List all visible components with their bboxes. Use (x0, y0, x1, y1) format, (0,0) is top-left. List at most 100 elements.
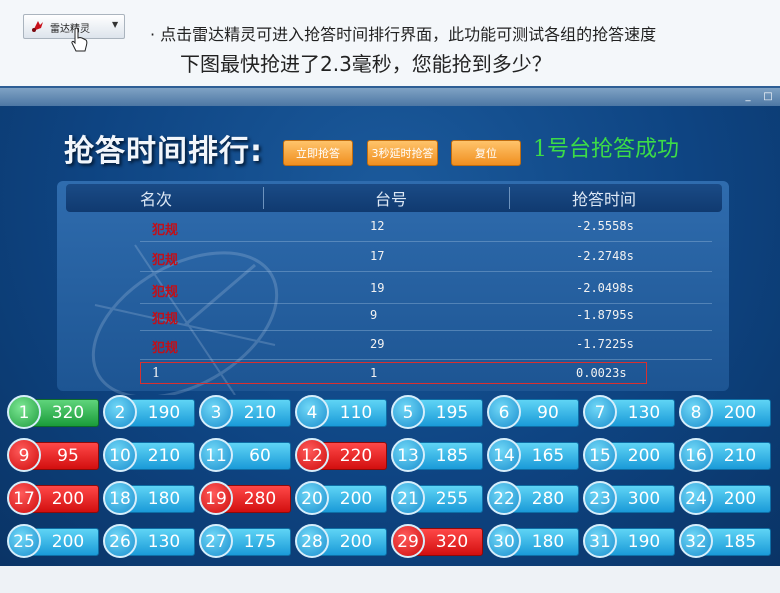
desk-tile[interactable]: 31 190 (583, 524, 676, 560)
maximize-button[interactable]: □ (758, 90, 778, 103)
desk-number: 9 (18, 446, 30, 466)
desk-score: 210 (723, 446, 757, 466)
page-footer-strip (0, 566, 780, 593)
desk-tile[interactable]: 32 185 (679, 524, 772, 560)
cell-rank: 犯规 (152, 223, 179, 238)
desk-score: 280 (243, 489, 277, 509)
desk-tile[interactable]: 6 90 (487, 395, 580, 431)
desk-score: 60 (249, 446, 271, 466)
instruction-line-1: · 点击雷达精灵可进入抢答时间排行界面，此功能可测试各组的抢答速度 (150, 25, 657, 44)
table-row[interactable]: 犯规 29 -1.7225s (140, 331, 712, 360)
desk-score: 185 (435, 446, 469, 466)
desk-score: 180 (147, 489, 181, 509)
desk-tile[interactable]: 17 200 (7, 481, 100, 517)
desk-tile[interactable]: 29 320 (391, 524, 484, 560)
desk-number: 8 (690, 403, 702, 423)
cell-time: -1.8795s (576, 308, 634, 322)
desk-tile[interactable]: 21 255 (391, 481, 484, 517)
chevron-down-icon[interactable]: ▼ (112, 20, 118, 29)
desk-number: 26 (109, 532, 131, 552)
delay-answer-button[interactable]: 3秒延时抢答 (367, 140, 438, 166)
desk-number: 14 (493, 446, 515, 466)
desk-tile[interactable]: 23 300 (583, 481, 676, 517)
desk-tile[interactable]: 30 180 (487, 524, 580, 560)
desk-tile[interactable]: 20 200 (295, 481, 388, 517)
instruction-line-2: 下图最快抢进了2.3毫秒，您能抢到多少？ (180, 52, 552, 76)
immediate-answer-button[interactable]: 立即抢答 (283, 140, 353, 166)
desk-tile[interactable]: 18 180 (103, 481, 196, 517)
desk-score: 90 (537, 403, 559, 423)
desk-number: 28 (301, 532, 323, 552)
desk-tile[interactable]: 8 200 (679, 395, 772, 431)
cell-rank: 犯规 (152, 312, 179, 327)
desk-tile[interactable]: 13 185 (391, 438, 484, 474)
desk-tile[interactable]: 11 60 (199, 438, 292, 474)
desk-tile[interactable]: 1 320 (7, 395, 100, 431)
desk-number: 29 (397, 532, 419, 552)
header-desk: 台号 (375, 190, 408, 209)
desk-score: 95 (57, 446, 79, 466)
desk-number: 15 (589, 446, 611, 466)
desk-number: 6 (498, 403, 510, 423)
status-message: 1号台抢答成功 (533, 137, 679, 162)
desk-tile[interactable]: 25 200 (7, 524, 100, 560)
window-titlebar: _ □ (0, 88, 780, 106)
desk-number: 1 (18, 403, 30, 423)
desk-number: 4 (306, 403, 318, 423)
winner-row-highlight (140, 362, 647, 384)
desk-number: 19 (205, 489, 227, 509)
desk-tile[interactable]: 12 220 (295, 438, 388, 474)
desk-score: 200 (51, 489, 85, 509)
desk-tile[interactable]: 7 130 (583, 395, 676, 431)
minimize-button[interactable]: _ (738, 90, 758, 103)
cell-time: -2.5558s (576, 219, 634, 233)
desk-number: 32 (685, 532, 707, 552)
desk-score: 210 (243, 403, 277, 423)
desk-tile[interactable]: 3 210 (199, 395, 292, 431)
desk-score: 175 (243, 532, 277, 552)
table-row[interactable]: 犯规 17 -2.2748s (140, 243, 712, 272)
table-row[interactable]: 犯规 9 -1.8795s (140, 302, 712, 331)
desk-score: 180 (531, 532, 565, 552)
desk-tile[interactable]: 5 195 (391, 395, 484, 431)
table-row[interactable]: 犯规 12 -2.5558s (140, 213, 712, 242)
desk-tile[interactable]: 15 200 (583, 438, 676, 474)
desk-tile[interactable]: 26 130 (103, 524, 196, 560)
cell-time: -1.7225s (576, 337, 634, 351)
desk-tile[interactable]: 24 200 (679, 481, 772, 517)
desk-tile[interactable]: 2 190 (103, 395, 196, 431)
table-row[interactable]: 犯规 19 -2.0498s (140, 275, 712, 304)
cell-desk: 19 (370, 281, 385, 295)
desk-number: 12 (301, 446, 323, 466)
desk-number: 23 (589, 489, 611, 509)
desk-score: 280 (531, 489, 565, 509)
desk-score: 190 (147, 403, 181, 423)
desk-tile[interactable]: 9 95 (7, 438, 100, 474)
cell-time: -2.2748s (576, 249, 634, 263)
cell-rank: 犯规 (152, 341, 179, 356)
cell-time: -2.0498s (576, 281, 634, 295)
cell-desk: 29 (370, 337, 385, 351)
desk-score: 210 (147, 446, 181, 466)
reset-button[interactable]: 复位 (451, 140, 521, 166)
desk-score: 165 (531, 446, 565, 466)
desk-tile[interactable]: 4 110 (295, 395, 388, 431)
desk-score: 200 (51, 532, 85, 552)
desk-tile[interactable]: 28 200 (295, 524, 388, 560)
desk-tile[interactable]: 22 280 (487, 481, 580, 517)
desk-number: 25 (13, 532, 35, 552)
desk-score: 185 (723, 532, 757, 552)
header-time: 抢答时间 (572, 190, 637, 209)
desk-tile[interactable]: 10 210 (103, 438, 196, 474)
desk-number: 10 (109, 446, 131, 466)
desk-tile[interactable]: 14 165 (487, 438, 580, 474)
desk-score: 300 (627, 489, 661, 509)
desk-score: 110 (339, 403, 373, 423)
cell-desk: 12 (370, 219, 385, 233)
desk-tile[interactable]: 19 280 (199, 481, 292, 517)
desk-tile[interactable]: 27 175 (199, 524, 292, 560)
desk-score: 190 (627, 532, 661, 552)
desk-tile[interactable]: 16 210 (679, 438, 772, 474)
hand-cursor-icon (71, 27, 88, 52)
header-rank: 名次 (140, 190, 173, 209)
